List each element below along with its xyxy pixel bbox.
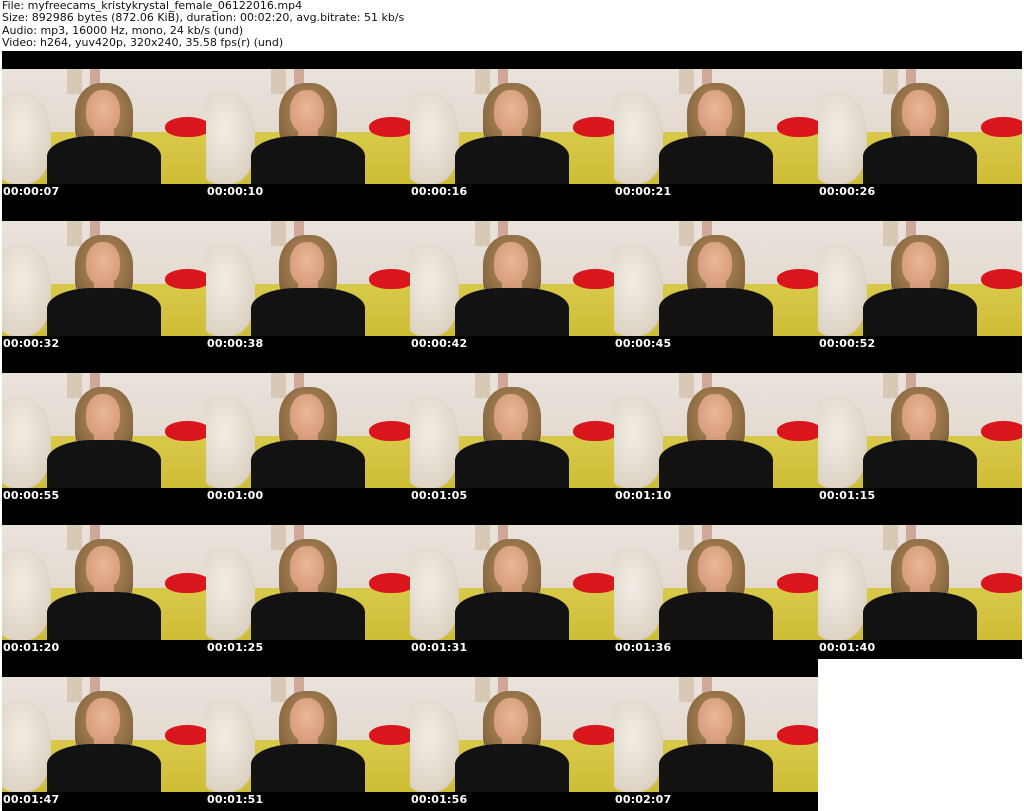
video-thumbnail: 00:00:26 [818, 51, 1022, 203]
thumbnail-timecode: 00:01:36 [615, 641, 672, 654]
thumbnail-timecode: 00:00:10 [207, 185, 264, 198]
thumbnail-timecode: 00:01:15 [819, 489, 876, 502]
thumbnail-frame-image [410, 69, 614, 184]
video-thumbnail: 00:00:10 [206, 51, 410, 203]
thumbnail-timecode: 00:01:20 [3, 641, 60, 654]
thumbnail-frame-image [206, 221, 410, 336]
thumbnail-frame-image [614, 69, 818, 184]
thumbnail-frame-image [410, 525, 614, 640]
video-thumbnail: 00:01:36 [614, 507, 818, 659]
thumbnail-frame-image [614, 525, 818, 640]
thumbnail-timecode: 00:00:52 [819, 337, 876, 350]
video-info-line: Video: h264, yuv420p, 320x240, 35.58 fps… [2, 36, 284, 50]
video-thumbnail: 00:00:45 [614, 203, 818, 355]
video-thumbnail: 00:00:55 [2, 355, 206, 507]
video-thumbnail: 00:01:15 [818, 355, 1022, 507]
video-thumbnail: 00:01:51 [206, 659, 410, 811]
video-thumbnail: 00:01:10 [614, 355, 818, 507]
thumbnail-grid: 00:00:07 00:00:10 00:00:16 00:00:21 00:00:26… [2, 51, 1022, 811]
video-thumbnail: 00:02:07 [614, 659, 818, 811]
thumbnail-timecode: 00:00:21 [615, 185, 672, 198]
video-thumbnail: 00:01:47 [2, 659, 206, 811]
thumbnail-timecode: 00:01:05 [411, 489, 468, 502]
thumbnail-timecode: 00:01:00 [207, 489, 264, 502]
thumbnail-timecode: 00:00:45 [615, 337, 672, 350]
thumbnail-timecode: 00:01:47 [3, 793, 60, 806]
thumbnail-timecode: 00:00:26 [819, 185, 876, 198]
thumbnail-timecode: 00:02:07 [615, 793, 672, 806]
thumbnail-timecode: 00:01:40 [819, 641, 876, 654]
thumbnail-frame-image [818, 69, 1022, 184]
thumbnail-frame-image [410, 373, 614, 488]
thumbnail-timecode: 00:01:51 [207, 793, 264, 806]
thumbnail-frame-image [410, 677, 614, 792]
thumbnail-frame-image [2, 69, 206, 184]
thumbnail-timecode: 00:01:25 [207, 641, 264, 654]
thumbnail-frame-image [2, 221, 206, 336]
thumbnail-timecode: 00:00:38 [207, 337, 264, 350]
video-thumbnail: 00:01:05 [410, 355, 614, 507]
thumbnail-frame-image [2, 525, 206, 640]
thumbnail-row: 00:01:47 00:01:51 00:01:56 00:02:07 [2, 659, 818, 811]
video-thumbnail: 00:01:40 [818, 507, 1022, 659]
thumbnail-timecode: 00:00:07 [3, 185, 60, 198]
thumbnail-frame-image [206, 69, 410, 184]
size-info-line: Size: 892986 bytes (872.06 KiB), duratio… [2, 11, 405, 25]
thumbnail-timecode: 00:00:55 [3, 489, 60, 502]
thumbnail-frame-image [614, 373, 818, 488]
thumbnail-frame-image [818, 525, 1022, 640]
video-thumbnail: 00:00:32 [2, 203, 206, 355]
thumbnail-frame-image [614, 221, 818, 336]
thumbnail-timecode: 00:01:31 [411, 641, 468, 654]
thumbnail-row: 00:00:55 00:01:00 00:01:05 00:01:10 00:01:15 [2, 355, 1022, 507]
thumbnail-row: 00:01:20 00:01:25 00:01:31 00:01:36 00:01:40 [2, 507, 1022, 659]
video-thumbnail: 00:01:20 [2, 507, 206, 659]
thumbnail-timecode: 00:01:56 [411, 793, 468, 806]
thumbnail-frame-image [2, 373, 206, 488]
thumbnail-timecode: 00:01:10 [615, 489, 672, 502]
thumbnail-row: 00:00:07 00:00:10 00:00:16 00:00:21 00:00:26 [2, 51, 1022, 203]
thumbnail-frame-image [2, 677, 206, 792]
thumbnail-frame-image [206, 373, 410, 488]
thumbnail-frame-image [614, 677, 818, 792]
video-thumbnail: 00:00:07 [2, 51, 206, 203]
thumbnail-frame-image [818, 373, 1022, 488]
video-thumbnail: 00:01:25 [206, 507, 410, 659]
thumbnail-frame-image [818, 221, 1022, 336]
thumbnail-timecode: 00:00:16 [411, 185, 468, 198]
video-thumbnail: 00:00:52 [818, 203, 1022, 355]
thumbnail-frame-image [410, 221, 614, 336]
video-thumbnail: 00:00:16 [410, 51, 614, 203]
thumbnail-timecode: 00:00:32 [3, 337, 60, 350]
video-thumbnail: 00:00:21 [614, 51, 818, 203]
thumbnail-timecode: 00:00:42 [411, 337, 468, 350]
video-thumbnail: 00:00:38 [206, 203, 410, 355]
video-thumbnail: 00:01:56 [410, 659, 614, 811]
video-thumbnail: 00:00:42 [410, 203, 614, 355]
video-thumbnail: 00:01:31 [410, 507, 614, 659]
file-info-header: File: myfreecams_kristykrystal_female_06… [2, 0, 404, 50]
thumbnail-frame-image [206, 525, 410, 640]
video-thumbnail: 00:01:00 [206, 355, 410, 507]
thumbnail-row: 00:00:32 00:00:38 00:00:42 00:00:45 00:00:52 [2, 203, 1022, 355]
thumbnail-frame-image [206, 677, 410, 792]
